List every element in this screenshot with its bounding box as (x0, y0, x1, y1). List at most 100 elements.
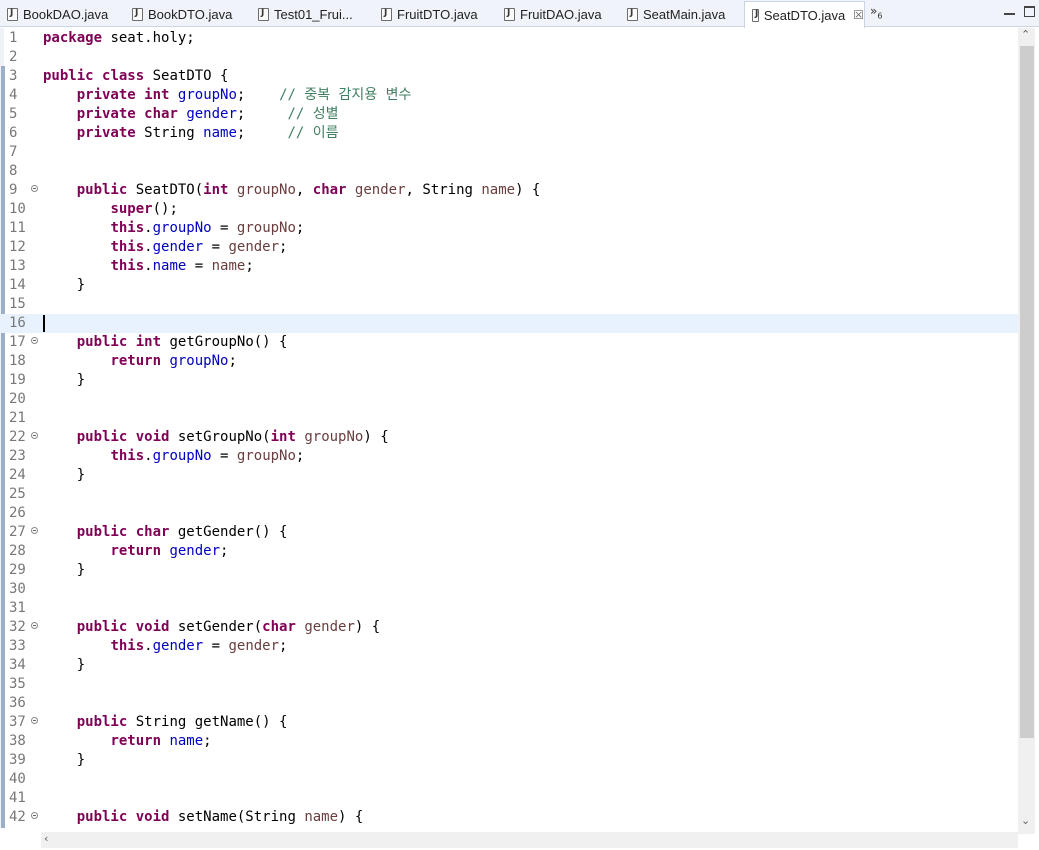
scroll-down-arrow-icon[interactable]: ⌄ (1021, 814, 1030, 827)
keyword-token: this (110, 239, 145, 255)
code-line[interactable]: 18 return groupNo; (0, 352, 1018, 371)
fold-collapse-icon[interactable] (31, 812, 38, 819)
code-line[interactable]: 9 public SeatDTO(int groupNo, char gende… (0, 181, 1018, 200)
code-line[interactable]: 1 package seat.holy; (0, 29, 1018, 48)
tab-bookdto[interactable]: BookDTO.java (125, 2, 250, 26)
code-line[interactable]: 14 } (0, 276, 1018, 295)
field-token: name (169, 733, 204, 749)
code-line[interactable]: 15 (0, 295, 1018, 314)
code-line[interactable]: 24 } (0, 466, 1018, 485)
line-number: 17 (9, 334, 26, 350)
code-line[interactable]: 40 (0, 770, 1018, 789)
code-editor[interactable]: 1 package seat.holy; 2 3 public class SeatDT… (0, 28, 1039, 850)
scroll-up-arrow-icon[interactable]: ⌃ (1021, 28, 1030, 41)
keyword-token: public (76, 714, 128, 730)
code-line[interactable]: 5 private char gender; // 성별 (0, 105, 1018, 124)
code-line[interactable]: 41 (0, 789, 1018, 808)
code-line[interactable]: 34 } (0, 656, 1018, 675)
field-token: gender (152, 638, 204, 654)
tab-fruitdto[interactable]: FruitDTO.java (374, 2, 498, 26)
line-number: 30 (9, 581, 26, 597)
code-line[interactable]: 26 (0, 504, 1018, 523)
code-line[interactable]: 2 (0, 48, 1018, 67)
line-number: 25 (9, 486, 26, 502)
line-number: 12 (9, 239, 26, 255)
code-text: this.name = name; (43, 257, 253, 276)
code-text: this.gender = gender; (43, 238, 287, 257)
line-number: 38 (9, 733, 26, 749)
code-line[interactable]: 23 this.groupNo = groupNo; (0, 447, 1018, 466)
code-line[interactable]: 29 } (0, 561, 1018, 580)
fold-collapse-icon[interactable] (31, 717, 38, 724)
field-token: groupNo (152, 220, 212, 236)
code-line[interactable]: 20 (0, 390, 1018, 409)
code-line[interactable]: 7 (0, 143, 1018, 162)
code-token: } (43, 277, 86, 293)
parameter-token: gender (228, 239, 280, 255)
vertical-scroll-thumb[interactable] (1020, 46, 1034, 738)
code-line[interactable]: 30 (0, 580, 1018, 599)
tab-test01-fruit[interactable]: Test01_Frui... (251, 2, 375, 26)
parameter-token: name (304, 809, 339, 825)
code-line[interactable]: 33 this.gender = gender; (0, 637, 1018, 656)
code-token: = (203, 239, 229, 255)
code-line[interactable]: 11 this.groupNo = groupNo; (0, 219, 1018, 238)
code-line[interactable]: 37 public String getName() { (0, 713, 1018, 732)
fold-collapse-icon[interactable] (31, 432, 38, 439)
code-line[interactable]: 42 public void setName(String name) { (0, 808, 1018, 827)
code-text: public char getGender() { (43, 523, 288, 542)
line-number: 27 (9, 524, 26, 540)
code-line[interactable]: 12 this.gender = gender; (0, 238, 1018, 257)
tab-seatdto[interactable]: SeatDTO.java ☒ (744, 1, 865, 28)
code-line[interactable]: 39 } (0, 751, 1018, 770)
line-number: 32 (9, 619, 26, 635)
line-number: 33 (9, 638, 26, 654)
code-line[interactable]: 25 (0, 485, 1018, 504)
keyword-token: public (76, 334, 128, 350)
code-line[interactable]: 32 public void setGender(char gender) { (0, 618, 1018, 637)
code-line[interactable]: 31 (0, 599, 1018, 618)
code-token: . (144, 638, 153, 654)
scroll-left-arrow-icon[interactable]: ‹ (44, 832, 48, 845)
tab-label: Test01_Frui... (274, 6, 353, 22)
line-number: 29 (9, 562, 26, 578)
editor-tab-bar: BookDAO.java BookDTO.java Test01_Frui...… (0, 0, 1039, 28)
code-line[interactable]: 3 public class SeatDTO { (0, 67, 1018, 86)
code-line[interactable]: 10 super(); (0, 200, 1018, 219)
tab-bookdao[interactable]: BookDAO.java (0, 2, 125, 26)
tab-overflow-button[interactable]: »6 (870, 4, 882, 20)
keyword-token: void (135, 429, 170, 445)
fold-collapse-icon[interactable] (31, 185, 38, 192)
code-token: } (43, 562, 86, 578)
close-tab-icon[interactable]: ☒ (853, 8, 864, 22)
code-line[interactable]: 6 private String name; // 이름 (0, 124, 1018, 143)
code-line[interactable]: 8 (0, 162, 1018, 181)
code-line[interactable]: 4 private int groupNo; // 중복 감지용 변수 (0, 86, 1018, 105)
code-line[interactable]: 19 } (0, 371, 1018, 390)
parameter-token: gender (354, 182, 406, 198)
code-line[interactable]: 21 (0, 409, 1018, 428)
horizontal-scrollbar[interactable] (41, 832, 1018, 848)
code-line[interactable]: 38 return name; (0, 732, 1018, 751)
code-line[interactable]: 27 public char getGender() { (0, 523, 1018, 542)
code-line[interactable]: 35 (0, 675, 1018, 694)
tab-fruitdao[interactable]: FruitDAO.java (497, 2, 621, 26)
code-line[interactable]: 22 public void setGroupNo(int groupNo) { (0, 428, 1018, 447)
code-line[interactable]: 17 public int getGroupNo() { (0, 333, 1018, 352)
minimize-button[interactable] (1004, 6, 1015, 15)
code-line[interactable]: 13 this.name = name; (0, 257, 1018, 276)
fold-collapse-icon[interactable] (31, 337, 38, 344)
maximize-button[interactable] (1024, 6, 1035, 17)
code-line[interactable]: 28 return gender; (0, 542, 1018, 561)
code-line[interactable]: 36 (0, 694, 1018, 713)
fold-collapse-icon[interactable] (31, 622, 38, 629)
keyword-token: this (110, 220, 145, 236)
code-token: SeatDTO( (127, 182, 204, 198)
parameter-token: name (211, 258, 246, 274)
fold-collapse-icon[interactable] (31, 527, 38, 534)
current-code-line[interactable]: 16 (0, 314, 1018, 333)
tab-seatmain[interactable]: SeatMain.java (620, 2, 744, 26)
